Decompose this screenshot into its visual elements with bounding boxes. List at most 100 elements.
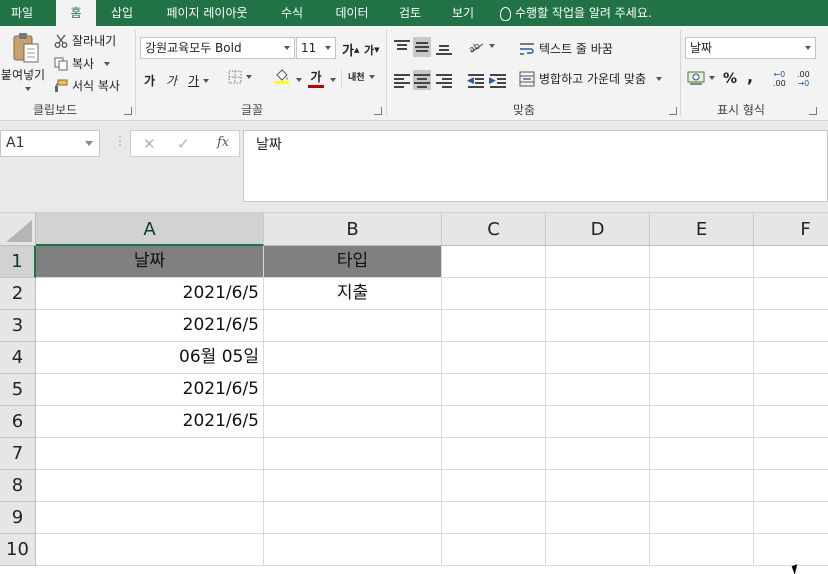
cell-b3[interactable] xyxy=(264,310,442,342)
italic-button[interactable]: 가 xyxy=(166,72,177,89)
cell-f6[interactable] xyxy=(754,406,828,438)
cell-f1[interactable] xyxy=(754,246,828,278)
cell-f2[interactable] xyxy=(754,278,828,310)
cell-b5[interactable] xyxy=(264,374,442,406)
font-color-button[interactable]: 가 xyxy=(308,68,324,88)
row-header-2[interactable]: 2 xyxy=(0,278,36,310)
cell-f7[interactable] xyxy=(754,438,828,470)
row-header-1[interactable]: 1 xyxy=(0,246,36,278)
cell-e3[interactable] xyxy=(650,310,754,342)
tab-home[interactable]: 홈 xyxy=(56,0,96,26)
cell-d1[interactable] xyxy=(546,246,650,278)
cell-e8[interactable] xyxy=(650,470,754,502)
wrap-text-button[interactable]: 텍스트 줄 바꿈 xyxy=(519,40,613,57)
cell-a3[interactable]: 2021/6/5 xyxy=(36,310,264,342)
tab-view[interactable]: 보기 xyxy=(443,0,483,26)
tab-data[interactable]: 데이터 xyxy=(326,0,378,26)
cancel-icon[interactable]: ✕ xyxy=(143,135,156,153)
cell-b6[interactable] xyxy=(264,406,442,438)
copy-dropdown-icon[interactable] xyxy=(104,61,111,66)
cell-a4[interactable]: 06월 05일 xyxy=(36,342,264,374)
cell-f10[interactable] xyxy=(754,534,828,566)
borders-button[interactable] xyxy=(228,70,252,84)
cell-d4[interactable] xyxy=(546,342,650,374)
number-format-combo[interactable]: 날짜 xyxy=(685,37,816,59)
cell-c4[interactable] xyxy=(442,342,546,374)
top-align-icon[interactable] xyxy=(393,39,411,55)
percent-button[interactable]: % xyxy=(723,71,737,87)
cut-button[interactable]: 잘라내기 xyxy=(54,32,116,49)
font-launcher-icon[interactable] xyxy=(374,107,382,115)
cell-e10[interactable] xyxy=(650,534,754,566)
bold-button[interactable]: 가 xyxy=(144,72,155,89)
cell-d7[interactable] xyxy=(546,438,650,470)
cell-a9[interactable] xyxy=(36,502,264,534)
decrease-decimal-button[interactable]: .00 →0 xyxy=(797,70,810,88)
cell-a10[interactable] xyxy=(36,534,264,566)
middle-align-icon[interactable] xyxy=(413,37,431,57)
font-size-combo[interactable]: 11 xyxy=(296,37,336,59)
column-header-d[interactable]: D xyxy=(546,213,650,246)
cell-c9[interactable] xyxy=(442,502,546,534)
align-left-icon[interactable] xyxy=(393,72,411,88)
enter-icon[interactable]: ✓ xyxy=(177,135,190,153)
cell-d9[interactable] xyxy=(546,502,650,534)
cell-a8[interactable] xyxy=(36,470,264,502)
column-header-a[interactable]: A xyxy=(36,213,264,246)
align-center-icon[interactable] xyxy=(413,70,431,90)
row-header-7[interactable]: 7 xyxy=(0,438,36,470)
row-header-6[interactable]: 6 xyxy=(0,406,36,438)
increase-indent-icon[interactable]: ▶ xyxy=(489,72,507,88)
cell-a2[interactable]: 2021/6/5 xyxy=(36,278,264,310)
cell-d6[interactable] xyxy=(546,406,650,438)
cell-e4[interactable] xyxy=(650,342,754,374)
row-header-9[interactable]: 9 xyxy=(0,502,36,534)
row-header-5[interactable]: 5 xyxy=(0,374,36,406)
cell-c6[interactable] xyxy=(442,406,546,438)
cell-a6[interactable]: 2021/6/5 xyxy=(36,406,264,438)
cell-d3[interactable] xyxy=(546,310,650,342)
grow-font-button[interactable]: 가 ▲ xyxy=(342,40,359,59)
cell-c8[interactable] xyxy=(442,470,546,502)
cell-f4[interactable] xyxy=(754,342,828,374)
alignment-launcher-icon[interactable] xyxy=(669,107,677,115)
cell-a1[interactable]: 날짜 xyxy=(36,246,264,278)
cell-b9[interactable] xyxy=(264,502,442,534)
copy-button[interactable]: 복사 xyxy=(54,55,111,72)
cell-e7[interactable] xyxy=(650,438,754,470)
cell-f8[interactable] xyxy=(754,470,828,502)
shrink-font-button[interactable]: 가 ▼ xyxy=(364,42,380,58)
cell-f9[interactable] xyxy=(754,502,828,534)
cell-e9[interactable] xyxy=(650,502,754,534)
cell-b8[interactable] xyxy=(264,470,442,502)
cell-b2[interactable]: 지출 xyxy=(264,278,442,310)
column-header-e[interactable]: E xyxy=(650,213,754,246)
cell-b7[interactable] xyxy=(264,438,442,470)
cell-e2[interactable] xyxy=(650,278,754,310)
cell-e5[interactable] xyxy=(650,374,754,406)
cell-d8[interactable] xyxy=(546,470,650,502)
tab-review[interactable]: 검토 xyxy=(390,0,430,26)
row-header-10[interactable]: 10 xyxy=(0,534,36,566)
paste-dropdown-icon[interactable] xyxy=(25,87,31,91)
number-launcher-icon[interactable] xyxy=(809,107,817,115)
column-header-f[interactable]: F xyxy=(754,213,828,246)
phonetic-button[interactable]: 내천 xyxy=(348,70,375,83)
cell-f5[interactable] xyxy=(754,374,828,406)
insert-function-icon[interactable]: fx xyxy=(217,135,229,150)
drag-handle-icon[interactable]: ⋮ xyxy=(114,134,126,148)
column-header-c[interactable]: C xyxy=(442,213,546,246)
cell-c2[interactable] xyxy=(442,278,546,310)
decrease-indent-icon[interactable]: ◀ xyxy=(467,72,485,88)
cell-a5[interactable]: 2021/6/5 xyxy=(36,374,264,406)
comma-button[interactable]: , xyxy=(747,67,753,86)
cell-d10[interactable] xyxy=(546,534,650,566)
font-name-combo[interactable]: 강원교육모두 Bold xyxy=(140,37,295,59)
fill-color-button[interactable] xyxy=(274,68,290,84)
row-header-4[interactable]: 4 xyxy=(0,342,36,374)
cell-b1[interactable]: 타입 xyxy=(264,246,442,278)
select-all-button[interactable] xyxy=(0,213,36,246)
increase-decimal-button[interactable]: ←0 .00 xyxy=(773,70,786,88)
cell-b4[interactable] xyxy=(264,342,442,374)
underline-button[interactable]: 가 xyxy=(188,72,210,89)
